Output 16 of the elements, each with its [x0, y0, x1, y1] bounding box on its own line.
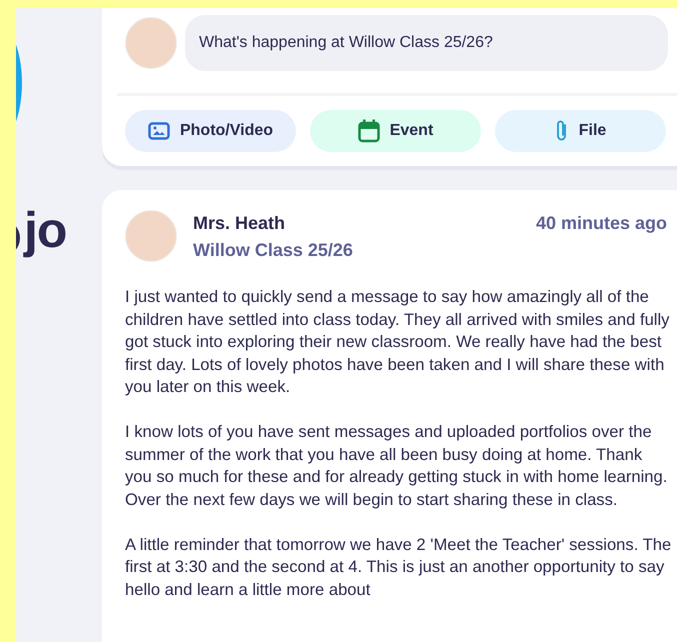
file-button[interactable]: File — [495, 110, 666, 152]
logo-text: jo — [24, 205, 66, 255]
paperclip-icon — [554, 119, 569, 143]
avatar — [125, 17, 177, 69]
post-paragraph: I just wanted to quickly send a message to say how amazingly all of the children have settled into class today. They all arrived with smiles and fully got stuck into exploring their new classroom. We really have had the best first day. Lots of lovely photos have been taken and I will share these with you later on this week. — [125, 286, 670, 398]
post-paragraph: I know lots of you have sent messages and uploaded portfolios over the summer of the work that you have all been busy doing at home. Thank you so much for these and for already getting stuck in with home learning. Over the next few days we will begin to start sharing these in class. — [125, 421, 668, 510]
image-icon — [148, 122, 170, 140]
class-name[interactable]: Willow Class 25/26 — [193, 237, 353, 264]
post-input-field[interactable]: What's happening at Willow Class 25/26? — [185, 15, 668, 71]
calendar-icon — [358, 119, 380, 143]
author-name: Mrs. Heath — [193, 212, 286, 235]
avatar — [125, 210, 177, 262]
post-paragraph: A little reminder that tomorrow we have 2 'Meet the Teacher' sessions. The first at 3:30 and the second at 4. This is just an another opportunity to say hello and learn a little more about — [125, 534, 672, 600]
post-time: 40 minutes ago — [536, 212, 667, 235]
event-button[interactable]: Event — [310, 110, 481, 152]
photo-button[interactable]: Photo/Video — [125, 110, 296, 152]
